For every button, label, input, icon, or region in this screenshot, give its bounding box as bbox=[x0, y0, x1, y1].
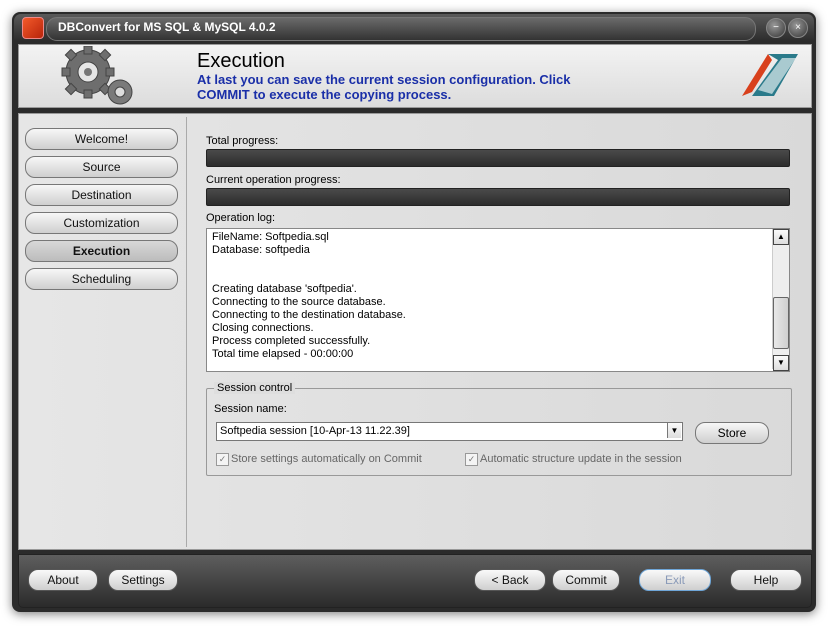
log-line: Closing connections. bbox=[212, 322, 314, 334]
nav-source-button[interactable]: Source bbox=[25, 156, 178, 178]
log-line: Connecting to the source database. bbox=[212, 296, 386, 308]
session-name-value: Softpedia session [10-Apr-13 11.22.39] bbox=[220, 425, 410, 437]
total-progress-bar bbox=[206, 149, 790, 167]
exit-button[interactable]: Exit bbox=[639, 569, 711, 591]
minimize-icon[interactable]: − bbox=[766, 18, 786, 38]
nav-customization-button[interactable]: Customization bbox=[25, 212, 178, 234]
session-name-label: Session name: bbox=[214, 403, 287, 415]
commit-button[interactable]: Commit bbox=[552, 569, 620, 591]
operation-log-lines: FileName: Softpedia.sql Database: softpe… bbox=[212, 231, 406, 361]
auto-store-checkbox[interactable]: ✓ bbox=[216, 453, 229, 466]
scroll-down-icon[interactable]: ▼ bbox=[773, 355, 789, 371]
total-progress-label: Total progress: bbox=[206, 135, 279, 147]
app-icon[interactable] bbox=[22, 17, 44, 39]
dbconvert-logo-icon bbox=[742, 54, 798, 96]
gears-icon bbox=[61, 46, 133, 105]
log-line: FileName: Softpedia.sql bbox=[212, 231, 329, 243]
chevron-down-icon[interactable]: ▼ bbox=[667, 423, 681, 438]
about-button[interactable]: About bbox=[28, 569, 98, 591]
help-button[interactable]: Help bbox=[730, 569, 802, 591]
auto-store-label: Store settings automatically on Commit bbox=[231, 453, 422, 465]
close-icon[interactable]: × bbox=[788, 18, 808, 38]
settings-button[interactable]: Settings bbox=[108, 569, 178, 591]
log-line: Creating database 'softpedia'. bbox=[212, 283, 357, 295]
nav-scheduling-button[interactable]: Scheduling bbox=[25, 268, 178, 290]
log-line: Database: softpedia bbox=[212, 244, 310, 256]
back-button[interactable]: < Back bbox=[474, 569, 546, 591]
window-title: DBConvert for MS SQL & MySQL 4.0.2 bbox=[58, 20, 276, 34]
nav-destination-button[interactable]: Destination bbox=[25, 184, 178, 206]
page-description: At last you can save the current session… bbox=[197, 72, 571, 102]
scroll-up-icon[interactable]: ▲ bbox=[773, 229, 789, 245]
auto-structure-label: Automatic structure update in the sessio… bbox=[480, 453, 682, 465]
sidebar-divider bbox=[186, 117, 187, 547]
operation-log-label: Operation log: bbox=[206, 212, 276, 224]
current-progress-bar bbox=[206, 188, 790, 206]
nav-execution-button[interactable]: Execution bbox=[25, 240, 178, 262]
log-line: Connecting to the destination database. bbox=[212, 309, 406, 321]
auto-structure-checkbox[interactable]: ✓ bbox=[465, 453, 478, 466]
log-line: Total time elapsed - 00:00:00 bbox=[212, 348, 354, 360]
page-title: Execution bbox=[197, 50, 285, 72]
current-progress-label: Current operation progress: bbox=[206, 174, 341, 186]
nav-welcome-button[interactable]: Welcome! bbox=[25, 128, 178, 150]
session-control-legend: Session control bbox=[214, 382, 296, 394]
scroll-thumb[interactable] bbox=[773, 297, 789, 349]
log-line: Process completed successfully. bbox=[212, 335, 371, 347]
store-button[interactable]: Store bbox=[695, 422, 769, 444]
